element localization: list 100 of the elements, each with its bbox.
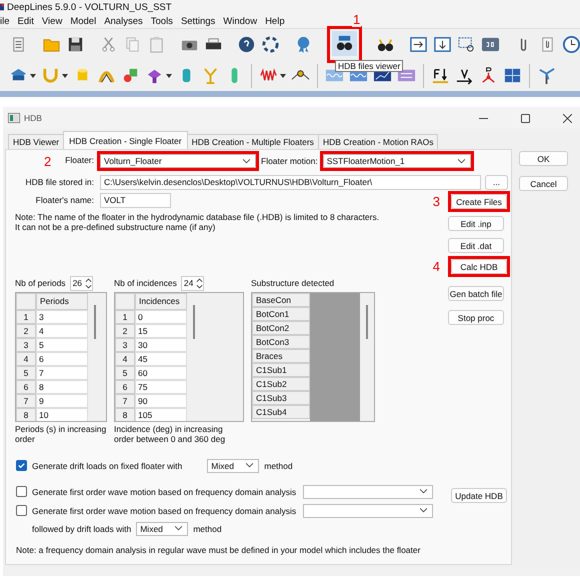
list-item[interactable]: Braces bbox=[252, 349, 310, 363]
note-text: Note: The name of the floater in the hydrodynamic database file (.HDB) is limited to 8 characters. bbox=[15, 212, 380, 222]
menu-item[interactable]: Help bbox=[265, 16, 285, 26]
table-cell[interactable]: 7 bbox=[36, 366, 88, 380]
menu-item[interactable]: Window bbox=[223, 16, 258, 26]
dialog-button[interactable]: Cancel bbox=[519, 176, 568, 191]
row-number: 4 bbox=[115, 352, 135, 366]
menu-item[interactable]: Edit bbox=[18, 16, 34, 26]
list-item[interactable]: C1Sub4 bbox=[252, 405, 310, 419]
cubes-icon[interactable] bbox=[121, 66, 140, 85]
grid-panel-icon[interactable] bbox=[503, 66, 522, 85]
spin-box[interactable]: 24 bbox=[180, 276, 204, 290]
table-cell[interactable]: 8 bbox=[36, 380, 88, 394]
table-cell[interactable]: 75 bbox=[135, 380, 187, 394]
table-cell[interactable]: 0 bbox=[135, 310, 187, 324]
chevron-icon[interactable] bbox=[420, 489, 428, 494]
method-dropdown[interactable]: Mixed bbox=[207, 458, 260, 472]
arrow-panel-icon[interactable] bbox=[409, 35, 428, 54]
menu-item[interactable]: Tools bbox=[150, 16, 173, 26]
action-button[interactable]: Stop proc bbox=[448, 310, 504, 325]
table-cell[interactable]: 45 bbox=[135, 352, 187, 366]
checkbox[interactable] bbox=[16, 460, 27, 471]
method-dropdown[interactable]: Mixed bbox=[136, 522, 188, 536]
chevron-icon[interactable] bbox=[243, 158, 250, 164]
menu-item[interactable]: ile bbox=[0, 16, 10, 26]
tab[interactable]: HDB Viewer bbox=[8, 134, 64, 149]
close-icon[interactable] bbox=[563, 114, 572, 122]
help-icon[interactable] bbox=[237, 35, 256, 54]
spin-box[interactable]: 26 bbox=[70, 276, 94, 290]
action-button[interactable]: Create Files bbox=[451, 194, 507, 209]
caret-icon[interactable] bbox=[280, 74, 286, 78]
action-button[interactable]: Gen batch file bbox=[448, 286, 504, 301]
menu-item[interactable]: Model bbox=[70, 16, 96, 26]
field-label: Floater: bbox=[65, 154, 94, 166]
tab[interactable]: HDB Creation - Multiple Floaters bbox=[186, 134, 319, 149]
binoculars-icon[interactable] bbox=[332, 31, 357, 56]
caret-icon[interactable] bbox=[30, 74, 36, 78]
list-item[interactable]: BotCon2 bbox=[252, 321, 310, 335]
floater-dropdown[interactable]: Volturn_Floater bbox=[100, 154, 256, 168]
browse-button[interactable]: ... bbox=[485, 174, 508, 190]
arrow-panel-icon[interactable] bbox=[433, 35, 452, 54]
menu-item[interactable]: Analyses bbox=[104, 16, 143, 26]
field-label: Nb of periods bbox=[15, 278, 66, 288]
name-field[interactable]: VOLT bbox=[100, 192, 171, 208]
row-number: 1 bbox=[16, 310, 36, 324]
list-item[interactable]: C1Sub3 bbox=[252, 391, 310, 405]
chevron-icon[interactable] bbox=[458, 158, 465, 164]
dialog-button[interactable]: OK bbox=[519, 151, 568, 166]
chevron-icon[interactable] bbox=[246, 463, 254, 468]
note-text: Note: a frequency domain analysis in regular wave must be defined in your model which includes the floater bbox=[16, 545, 422, 555]
menu-item[interactable]: Settings bbox=[180, 16, 216, 26]
chevron-icon[interactable] bbox=[175, 526, 182, 531]
list-item[interactable]: BotCon3 bbox=[252, 335, 310, 349]
table-cell[interactable]: 9 bbox=[36, 394, 88, 408]
field-label: Floater's name: bbox=[36, 195, 94, 205]
menu-item[interactable]: View bbox=[42, 16, 62, 26]
table-cell[interactable]: 4 bbox=[36, 324, 88, 338]
table-cell[interactable]: 90 bbox=[135, 394, 187, 408]
action-button[interactable]: Edit .dat bbox=[448, 238, 504, 253]
table-cell[interactable]: 105 bbox=[135, 408, 187, 421]
field-label: HDB file stored in: bbox=[26, 177, 94, 187]
table-cell[interactable]: 5 bbox=[36, 338, 88, 352]
tab[interactable]: HDB Creation - Single Floater bbox=[63, 131, 188, 149]
checkbox[interactable] bbox=[16, 486, 27, 497]
chevron-icon[interactable] bbox=[420, 508, 428, 513]
maximize-icon[interactable] bbox=[521, 114, 530, 122]
path-field[interactable]: C:\Users\kelvin.desenclos\Desktop\VOLTURNUS\HDB\Volturn_Floater\ bbox=[100, 174, 481, 190]
update-button[interactable]: Update HDB bbox=[451, 488, 507, 503]
motion-dropdown[interactable]: SSTFloaterMotion_1 bbox=[322, 154, 471, 168]
action-button[interactable]: Edit .inp bbox=[448, 216, 504, 231]
table-cell[interactable]: 3 bbox=[36, 310, 88, 324]
wind-turbine-icon[interactable] bbox=[537, 66, 556, 85]
tab[interactable]: HDB Creation - Motion RAOs bbox=[318, 134, 438, 149]
row-number: 3 bbox=[115, 338, 135, 352]
row-number: 5 bbox=[115, 366, 135, 380]
list-item[interactable]: BaseCon bbox=[252, 293, 310, 307]
table-cell[interactable]: 10 bbox=[36, 408, 88, 421]
table-cell[interactable]: 6 bbox=[36, 352, 88, 366]
save-icon[interactable] bbox=[66, 35, 85, 54]
option-label: followed by drift loads with bbox=[32, 524, 132, 534]
caret-icon[interactable] bbox=[62, 74, 68, 78]
column-header: Periods bbox=[36, 293, 88, 310]
row-number: 7 bbox=[115, 394, 135, 408]
caret-icon[interactable] bbox=[166, 74, 172, 78]
clock-icon[interactable] bbox=[562, 35, 580, 54]
action-button[interactable]: Calc HDB bbox=[451, 259, 507, 274]
cube-3d-icon[interactable] bbox=[481, 35, 500, 54]
row-number: 2 bbox=[16, 324, 36, 338]
table-cell[interactable]: 15 bbox=[135, 324, 187, 338]
list-item[interactable]: BotCon1 bbox=[252, 307, 310, 321]
list-item[interactable]: C1Sub1 bbox=[252, 363, 310, 377]
checkbox[interactable] bbox=[16, 505, 27, 516]
row-number: 6 bbox=[16, 380, 36, 394]
list-item[interactable]: C1Sub2 bbox=[252, 377, 310, 391]
caption: Periods (s) in increasing order bbox=[15, 424, 107, 444]
table-cell[interactable]: 30 bbox=[135, 338, 187, 352]
table-cell[interactable]: 60 bbox=[135, 366, 187, 380]
force-arrow-icon[interactable] bbox=[431, 66, 450, 85]
dialog-title: HDB bbox=[24, 113, 43, 123]
zoom-selection-icon[interactable] bbox=[457, 35, 476, 54]
